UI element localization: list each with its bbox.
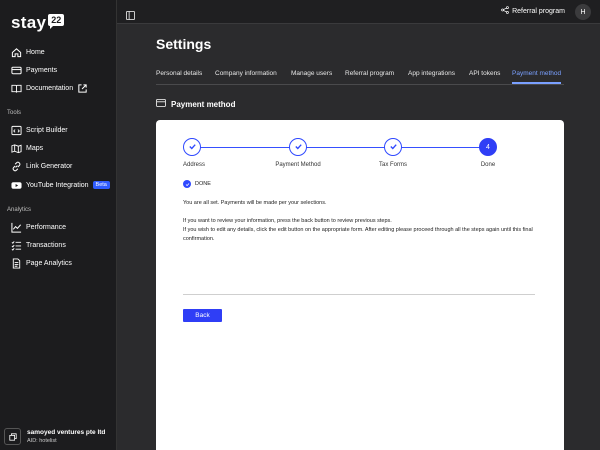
sidebar-toggle-icon[interactable] bbox=[126, 7, 135, 20]
referral-program-label: Referral program bbox=[512, 7, 565, 15]
sidebar-item-label: Performance bbox=[26, 223, 67, 231]
check-circle-icon bbox=[183, 180, 191, 188]
sidebar-item-label: Documentation bbox=[26, 84, 74, 92]
share-icon bbox=[501, 6, 512, 16]
section-label-analytics: Analytics bbox=[7, 207, 32, 213]
tab-api-tokens[interactable]: API tokens bbox=[469, 70, 500, 77]
logo-badge: 22 bbox=[48, 14, 65, 29]
brand-logo[interactable]: stay 22 bbox=[11, 13, 65, 33]
step-payment-method-circle[interactable] bbox=[289, 138, 307, 156]
card-icon bbox=[11, 65, 22, 76]
sidebar-item-payments[interactable]: Payments bbox=[11, 63, 57, 77]
step-label: Address bbox=[182, 162, 206, 168]
tab-personal-details[interactable]: Personal details bbox=[156, 70, 202, 77]
copy-icon bbox=[8, 428, 17, 446]
tab-app-integrations[interactable]: App integrations bbox=[408, 70, 455, 77]
confirmation-message: You are all set. Payments will be made p… bbox=[183, 200, 327, 206]
step-label: Payment Method bbox=[275, 162, 321, 168]
tab-referral-program[interactable]: Referral program bbox=[345, 70, 394, 77]
account-name: samoyed ventures pte ltd bbox=[27, 429, 106, 436]
sidebar-item-label: Payments bbox=[26, 66, 58, 74]
document-icon bbox=[11, 257, 22, 269]
check-icon bbox=[294, 138, 303, 156]
copy-button[interactable] bbox=[4, 428, 21, 445]
done-label: DONE bbox=[195, 181, 211, 187]
back-button[interactable]: Back bbox=[183, 309, 222, 322]
divider bbox=[183, 294, 535, 295]
sidebar-item-label: Page Analytics bbox=[26, 259, 72, 267]
account-aid: AID: hotelist bbox=[27, 438, 57, 444]
sidebar-item-label: Transactions bbox=[26, 241, 66, 249]
review-instructions: If you want to review your information, … bbox=[183, 218, 392, 224]
step-label: Tax Forms bbox=[378, 162, 408, 168]
code-icon bbox=[11, 125, 22, 136]
page-title: Settings bbox=[156, 36, 212, 52]
step-tax-forms-circle[interactable] bbox=[384, 138, 402, 156]
tab-manage-users[interactable]: Manage users bbox=[291, 70, 332, 77]
sidebar-item-transactions[interactable]: Transactions bbox=[11, 238, 66, 252]
check-icon bbox=[389, 138, 398, 156]
step-address-circle[interactable] bbox=[183, 138, 201, 156]
avatar[interactable]: H bbox=[575, 4, 591, 20]
book-icon bbox=[11, 83, 22, 94]
sidebar-item-performance[interactable]: Performance bbox=[11, 220, 66, 234]
sidebar-footer: samoyed ventures pte ltd AID: hotelist bbox=[0, 424, 117, 450]
list-check-icon bbox=[11, 240, 22, 251]
settings-tabs: Personal details Company information Man… bbox=[156, 68, 564, 85]
step-label: Done bbox=[480, 162, 496, 168]
sidebar-item-label: Home bbox=[26, 48, 45, 56]
sidebar-item-link-generator[interactable]: Link Generator bbox=[11, 159, 72, 173]
referral-program-link[interactable]: Referral program bbox=[501, 6, 565, 16]
sidebar-item-label: Maps bbox=[26, 144, 44, 152]
sidebar-item-label: YouTube Integration bbox=[26, 181, 89, 189]
tab-company-information[interactable]: Company information bbox=[215, 70, 277, 77]
sidebar-item-home[interactable]: Home bbox=[11, 45, 45, 59]
section-header: Payment method bbox=[156, 99, 235, 109]
sidebar: stay 22 Home Payments Documentation Tool… bbox=[0, 0, 117, 450]
sidebar-item-documentation[interactable]: Documentation bbox=[11, 81, 92, 95]
done-status: DONE bbox=[183, 180, 211, 188]
sidebar-item-script-builder[interactable]: Script Builder bbox=[11, 123, 68, 137]
sidebar-item-page-analytics[interactable]: Page Analytics bbox=[11, 256, 72, 270]
sidebar-item-youtube-integration[interactable]: YouTube Integration Beta bbox=[11, 178, 110, 192]
home-icon bbox=[11, 47, 22, 58]
section-label-tools: Tools bbox=[7, 110, 22, 116]
logo-text: stay bbox=[11, 13, 47, 32]
tab-payment-method[interactable]: Payment method bbox=[512, 70, 562, 84]
top-bar: Referral program H bbox=[117, 0, 600, 24]
edit-instructions: If you wish to edit any details, click t… bbox=[183, 227, 533, 242]
map-icon bbox=[11, 143, 22, 154]
sidebar-item-label: Script Builder bbox=[26, 126, 68, 134]
card-icon bbox=[156, 99, 171, 109]
section-title: Payment method bbox=[171, 99, 236, 109]
sidebar-item-maps[interactable]: Maps bbox=[11, 141, 43, 155]
stepper-line bbox=[193, 147, 488, 148]
beta-badge: Beta bbox=[92, 181, 110, 189]
check-icon bbox=[188, 138, 197, 156]
payment-method-card: Address Payment Method Tax Forms 4 Done … bbox=[156, 120, 564, 450]
link-icon bbox=[11, 161, 22, 172]
external-link-icon bbox=[77, 83, 88, 94]
step-done-circle[interactable]: 4 bbox=[479, 138, 497, 156]
chart-line-icon bbox=[11, 222, 22, 233]
sidebar-item-label: Link Generator bbox=[26, 162, 73, 170]
youtube-icon bbox=[11, 180, 22, 191]
